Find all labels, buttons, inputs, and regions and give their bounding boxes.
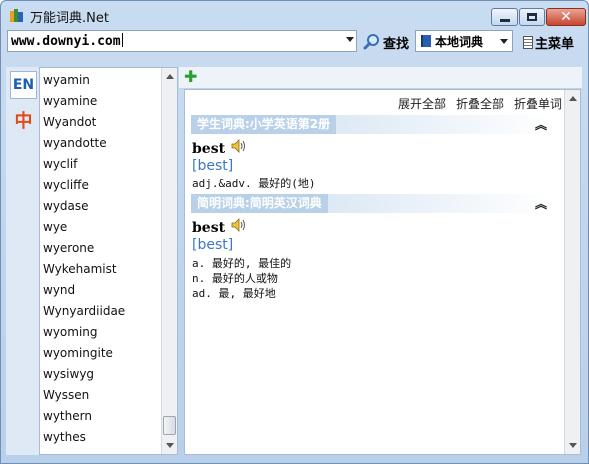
list-item[interactable]: Wynyardiidae bbox=[43, 301, 125, 322]
list-item[interactable]: wynd bbox=[43, 280, 75, 301]
definition-line: n. 最好的人或物 bbox=[192, 272, 278, 285]
lang-tab-chinese[interactable]: 中 bbox=[10, 107, 37, 133]
text-caret bbox=[121, 33, 123, 47]
word-list: wyamin wyamine Wyandot wyandotte wyclif … bbox=[39, 67, 178, 455]
scroll-up-icon[interactable] bbox=[569, 96, 577, 101]
expand-all-link[interactable]: 展开全部 bbox=[398, 95, 446, 112]
section-header: 简明词典:简明英汉词典 ︽ bbox=[191, 194, 551, 213]
search-button[interactable]: 查找 bbox=[363, 31, 409, 53]
list-item[interactable]: wydase bbox=[43, 196, 89, 217]
window-title: 万能词典.Net bbox=[30, 11, 109, 26]
maximize-icon bbox=[527, 13, 537, 21]
search-input-value: www.downyi.com bbox=[11, 34, 121, 49]
minimize-button[interactable] bbox=[491, 8, 518, 26]
list-item[interactable]: wythern bbox=[43, 406, 92, 427]
menu-document-icon bbox=[523, 35, 533, 49]
list-item[interactable]: wyamin bbox=[43, 70, 90, 91]
entry-word: best bbox=[192, 220, 226, 236]
list-item[interactable]: wyerone bbox=[43, 238, 94, 259]
speaker-icon[interactable] bbox=[230, 217, 248, 233]
list-item[interactable]: wythes bbox=[43, 427, 86, 448]
scroll-down-icon[interactable] bbox=[569, 443, 577, 448]
list-item[interactable]: Wyandot bbox=[43, 112, 96, 133]
app-window: 万能词典.Net ✕ www.downyi.com 查找 本地词典 主菜单 EN bbox=[0, 0, 589, 464]
definition-line: a. 最好的, 最佳的 bbox=[192, 257, 292, 270]
maximize-button[interactable] bbox=[519, 8, 545, 26]
list-item[interactable]: wyandotte bbox=[43, 133, 107, 154]
list-item[interactable]: wyoming bbox=[43, 322, 98, 343]
collapse-all-link[interactable]: 折叠全部 bbox=[456, 95, 504, 112]
dictionary-select[interactable]: 本地词典 bbox=[415, 30, 513, 52]
definition-line: ad. 最, 最好地 bbox=[192, 287, 276, 300]
chevron-down-icon[interactable] bbox=[346, 37, 354, 42]
search-button-label: 查找 bbox=[383, 36, 410, 52]
minimize-icon bbox=[499, 18, 510, 22]
entry-controls: 展开全部 折叠全部 折叠单词 bbox=[398, 95, 562, 112]
list-item[interactable]: wycliffe bbox=[43, 175, 89, 196]
search-input[interactable]: www.downyi.com bbox=[7, 30, 357, 52]
app-books-icon bbox=[10, 9, 23, 22]
list-item[interactable]: wyomingite bbox=[43, 343, 113, 364]
phonetic: [best] bbox=[192, 158, 234, 174]
list-item[interactable]: wyamine bbox=[43, 91, 97, 112]
collapse-word-link[interactable]: 折叠单词 bbox=[514, 95, 562, 112]
collapse-section-icon[interactable]: ︽ bbox=[535, 195, 547, 212]
section-title: 简明词典:简明英汉词典 bbox=[191, 194, 328, 213]
title-bar: 万能词典.Net ✕ bbox=[1, 1, 588, 29]
search-toolbar: www.downyi.com 查找 本地词典 主菜单 bbox=[1, 29, 588, 57]
close-icon: ✕ bbox=[560, 9, 572, 25]
definition-scrollbar[interactable] bbox=[564, 90, 580, 454]
scroll-thumb[interactable] bbox=[163, 416, 176, 435]
collapse-section-icon[interactable]: ︽ bbox=[535, 116, 547, 133]
search-icon bbox=[363, 34, 379, 50]
entry-word: best bbox=[192, 141, 226, 157]
definition-line: adj.&adv. 最好的(地) bbox=[192, 177, 316, 190]
main-menu-button[interactable]: 主菜单 bbox=[523, 31, 574, 53]
word-list-scrollbar[interactable] bbox=[161, 68, 177, 454]
list-item[interactable]: Wykehamist bbox=[43, 259, 117, 280]
main-menu-label: 主菜单 bbox=[535, 36, 575, 52]
list-item[interactable]: wye bbox=[43, 217, 67, 238]
section-title: 学生词典:小学英语第2册 bbox=[191, 115, 337, 134]
add-icon[interactable]: ✚ bbox=[184, 69, 197, 85]
scroll-up-icon[interactable] bbox=[166, 74, 174, 79]
dictionary-select-value: 本地词典 bbox=[435, 34, 484, 49]
phonetic: [best] bbox=[192, 237, 234, 253]
list-item[interactable]: wysiwyg bbox=[43, 364, 94, 385]
book-icon bbox=[421, 35, 431, 47]
chevron-down-icon bbox=[500, 39, 508, 44]
speaker-icon[interactable] bbox=[230, 138, 248, 154]
definition-panel: 展开全部 折叠全部 折叠单词 学生词典:小学英语第2册 ︽ best [best… bbox=[184, 89, 581, 455]
language-sidebar: EN 中 bbox=[6, 67, 39, 455]
list-item[interactable]: wyclif bbox=[43, 154, 77, 175]
list-item[interactable]: Wyssen bbox=[43, 385, 89, 406]
lang-tab-english[interactable]: EN bbox=[10, 71, 37, 99]
section-header: 学生词典:小学英语第2册 ︽ bbox=[191, 115, 551, 134]
close-button[interactable]: ✕ bbox=[546, 8, 586, 26]
content-toolbar: ✚ bbox=[179, 67, 582, 89]
scroll-down-icon[interactable] bbox=[166, 443, 174, 448]
